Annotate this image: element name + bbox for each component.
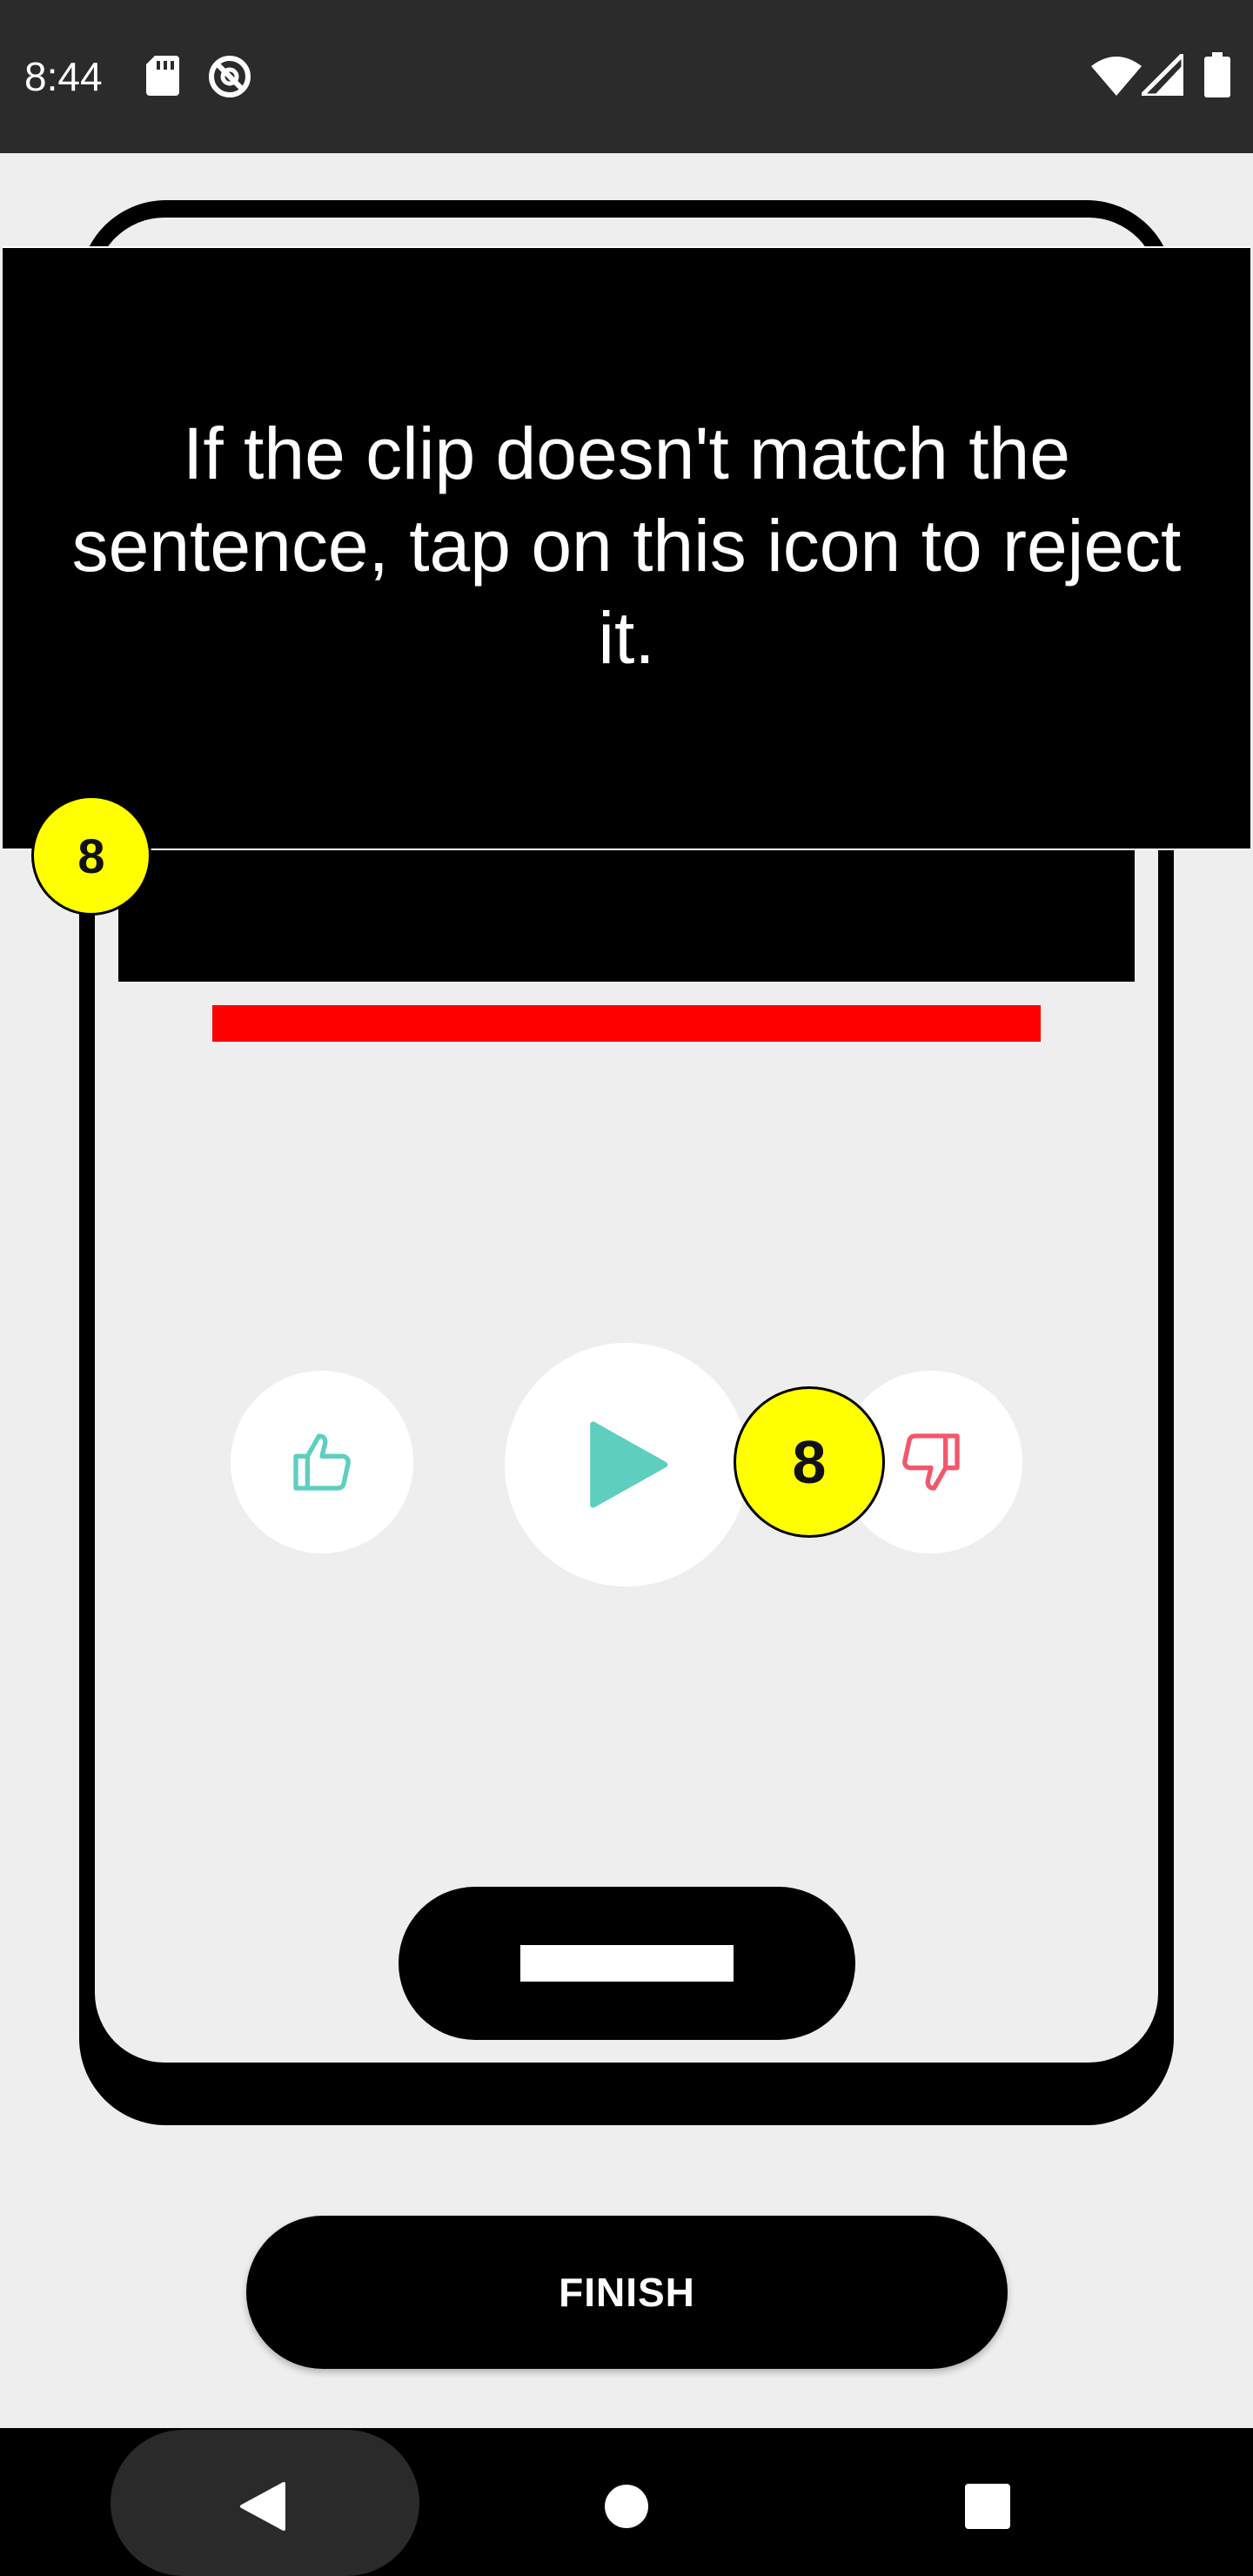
back-icon [240,2482,285,2531]
play-button[interactable] [505,1343,748,1587]
record-button-label-placeholder [520,1945,734,1982]
tooltip-text: If the clip doesn't match the sentence, … [71,413,1182,679]
wifi-icon [1091,57,1142,96]
sd-card-icon [146,56,179,96]
progress-bar [212,1005,1041,1042]
sentence-placeholder [118,835,1135,982]
back-button[interactable] [228,2480,298,2532]
thumbs-down-icon [902,1433,960,1491]
home-button[interactable] [600,2480,653,2532]
battery-icon [1204,52,1230,97]
finish-button[interactable]: FINISH [246,2216,1008,2369]
approve-button[interactable] [231,1371,413,1553]
recents-button[interactable] [962,2480,1014,2532]
thumbs-up-icon [293,1433,351,1491]
step-badge-target[interactable]: 8 [734,1386,885,1538]
data-saver-icon [209,56,251,97]
play-icon [590,1421,668,1508]
signal-icon [1142,54,1183,96]
status-bar: 8:44 [0,0,1253,153]
recents-icon [965,2484,1010,2529]
step-badge: 8 [31,795,151,916]
status-time: 8:44 [24,54,103,99]
home-icon [605,2485,648,2528]
